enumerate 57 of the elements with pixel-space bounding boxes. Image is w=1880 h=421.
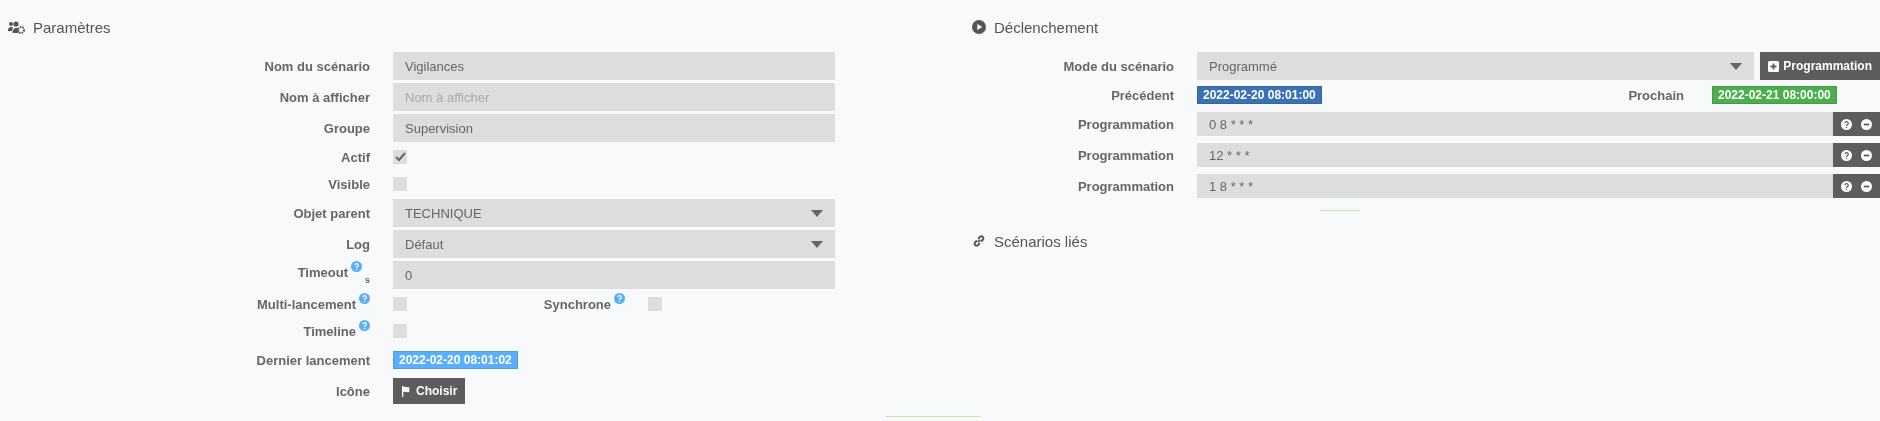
caret-icon bbox=[1730, 62, 1743, 70]
field-label: Timeline bbox=[303, 323, 356, 339]
field-label: Programmation bbox=[1077, 178, 1174, 194]
users-gear-icon bbox=[8, 20, 25, 34]
help-icon[interactable] bbox=[1841, 118, 1852, 130]
field-label: Mode du scénario bbox=[1063, 58, 1174, 74]
checkbox[interactable] bbox=[393, 297, 407, 311]
field-label: Objet parent bbox=[293, 205, 370, 221]
add-schedule-button[interactable]: Programmation bbox=[1760, 52, 1880, 80]
field-label: Actif bbox=[341, 149, 370, 165]
field-label: Timeout bbox=[297, 265, 348, 280]
field-label: Groupe bbox=[323, 120, 370, 136]
checkbox[interactable] bbox=[648, 297, 662, 311]
remove-icon[interactable] bbox=[1861, 118, 1872, 130]
field-label: Nom du scénario bbox=[264, 58, 370, 74]
help-icon[interactable] bbox=[1841, 180, 1852, 192]
date-badge: 2022-02-20 08:01:02 bbox=[393, 351, 518, 369]
caret-icon bbox=[811, 209, 823, 217]
field-label: Visible bbox=[328, 176, 370, 192]
section-title: Déclenchement bbox=[994, 18, 1099, 36]
checkbox[interactable] bbox=[393, 324, 407, 338]
text-field[interactable]: Vigilances bbox=[393, 52, 835, 80]
date-badge: 2022-02-20 08:01:00 bbox=[1197, 86, 1322, 104]
select-field[interactable]: Défaut bbox=[393, 230, 835, 258]
flag-icon bbox=[401, 385, 412, 397]
link-icon bbox=[972, 234, 986, 248]
select-field[interactable]: Programmé bbox=[1197, 52, 1755, 80]
remove-icon[interactable] bbox=[1861, 180, 1872, 192]
text-field[interactable]: 0 bbox=[393, 261, 835, 289]
section-title: Scénarios liés bbox=[994, 232, 1088, 250]
field-label: Dernier lancement bbox=[256, 352, 370, 368]
field-label: Nom à afficher bbox=[279, 89, 370, 105]
check-icon bbox=[394, 152, 406, 162]
select-field[interactable]: TECHNIQUE bbox=[393, 199, 835, 227]
field-label: Programmation bbox=[1077, 147, 1174, 163]
unit-label: s bbox=[365, 275, 370, 285]
field-label: Log bbox=[346, 236, 370, 252]
field-label: Icône bbox=[336, 383, 370, 399]
field-label: Programmation bbox=[1077, 116, 1174, 132]
field-label: Prochain bbox=[1627, 87, 1685, 103]
caret-icon bbox=[811, 240, 823, 248]
checkbox[interactable] bbox=[393, 177, 407, 191]
checkbox[interactable] bbox=[393, 150, 407, 164]
date-badge: 2022-02-21 08:00:00 bbox=[1712, 86, 1837, 104]
remove-icon[interactable] bbox=[1861, 149, 1872, 161]
choose-button[interactable]: Choisir bbox=[393, 378, 466, 404]
field-label: Synchrone bbox=[543, 296, 611, 312]
field-label: Multi-lancement bbox=[257, 296, 356, 312]
section-title: Paramètres bbox=[33, 18, 111, 36]
play-icon bbox=[972, 20, 986, 34]
text-field[interactable]: Supervision bbox=[393, 114, 835, 142]
schedule-field[interactable]: 0 8 * * * bbox=[1197, 112, 1833, 136]
schedule-field[interactable]: 1 8 * * * bbox=[1197, 174, 1833, 198]
help-icon[interactable] bbox=[1841, 149, 1852, 161]
field-label: Précédent bbox=[1111, 87, 1174, 103]
schedule-field[interactable]: 12 * * * bbox=[1197, 143, 1833, 167]
plus-icon bbox=[1768, 60, 1780, 72]
